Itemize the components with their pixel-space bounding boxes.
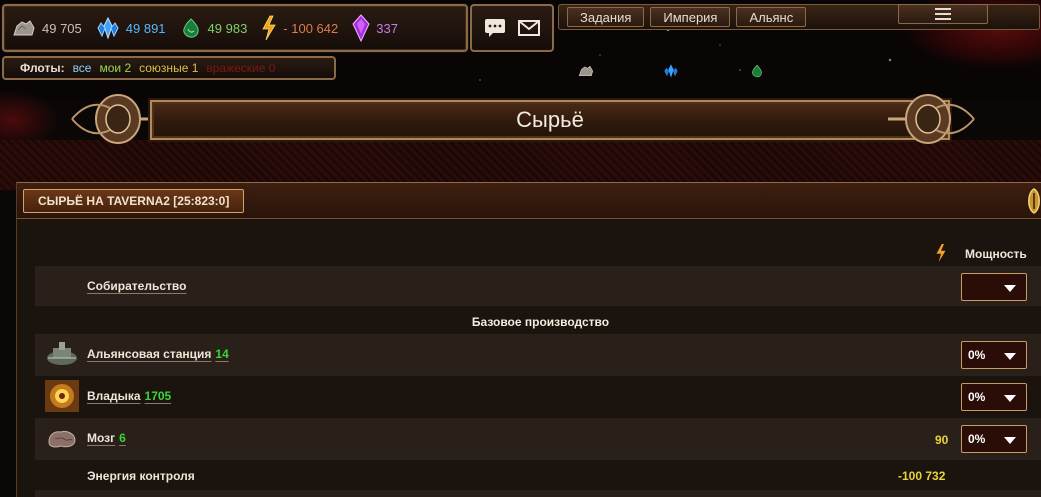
- crystal-value: 49 891: [125, 20, 166, 36]
- metal-ore-icon: [13, 20, 35, 36]
- brain-energy-value: 90: [935, 433, 949, 447]
- chevron-down-icon: [1004, 395, 1016, 402]
- ornament-left-icon: [71, 94, 158, 144]
- deuterium-value: 49 983: [207, 20, 248, 36]
- energy-bolt-icon: [262, 15, 277, 41]
- alliance-station-icon: [47, 342, 77, 365]
- crystal-icon: [97, 16, 119, 40]
- menu-empire-button[interactable]: Империя: [650, 7, 731, 27]
- fleets-mine-link[interactable]: мои 2: [99, 61, 131, 75]
- brain-icon: [48, 431, 76, 448]
- chat-icon[interactable]: [484, 18, 506, 38]
- resource-metal[interactable]: 49 705: [12, 18, 82, 38]
- row-brain: Мозг 6 90 0%: [35, 418, 1041, 460]
- row-control-energy: Энергия контроля -100 732: [35, 460, 1041, 490]
- row-gathering: Собирательство: [35, 266, 1041, 306]
- gathering-label[interactable]: Собирательство: [87, 279, 186, 293]
- row-vladyka: Владыка 1705 0%: [35, 376, 1041, 418]
- base-production-title: Базовое производство: [471, 315, 610, 329]
- banner-plate: Сырьё: [150, 100, 950, 140]
- alliance-station-label[interactable]: Альянсовая станция 14: [87, 347, 229, 361]
- fleets-allied-link[interactable]: союзные 1: [139, 61, 198, 75]
- control-energy-value: -100 732: [898, 469, 946, 483]
- vladyka-level: 1705: [144, 389, 172, 403]
- chevron-down-icon: [1004, 437, 1016, 444]
- energy-value: - 100 642: [283, 20, 339, 36]
- dark-matter-icon: [352, 14, 370, 42]
- column-metal-icon: [578, 65, 594, 76]
- brain-label[interactable]: Мозг 6: [87, 431, 126, 445]
- panel-header: СЫРЬЁ НА TAVERNA2 [25:823:0]: [17, 183, 1041, 219]
- page-title: Сырьё: [516, 107, 584, 132]
- alliance-station-power-value: 0%: [968, 348, 986, 362]
- column-crystal-icon: [664, 64, 678, 78]
- menu-tasks-button[interactable]: Задания: [567, 7, 645, 27]
- ornament-right-icon: [888, 94, 975, 144]
- brain-name: Мозг: [87, 431, 116, 445]
- messages-box: [470, 4, 554, 52]
- menu-alliance-button[interactable]: Альянс: [736, 7, 807, 27]
- collapse-ornament-icon[interactable]: [1023, 187, 1041, 215]
- hamburger-icon: [935, 8, 951, 20]
- alliance-station-level: 14: [215, 347, 229, 361]
- resource-deuterium[interactable]: 49 983: [180, 17, 248, 39]
- resource-dark-matter[interactable]: 337: [352, 14, 398, 42]
- deuterium-icon: [182, 18, 199, 38]
- dark-matter-value: 337: [376, 20, 398, 36]
- column-deuterium-icon: [752, 64, 762, 78]
- column-energy-icon: [936, 244, 946, 262]
- resource-energy[interactable]: - 100 642: [261, 15, 338, 41]
- planet-resources-title: СЫРЬЁ НА TAVERNA2 [25:823:0]: [23, 188, 245, 213]
- alliance-station-power-select[interactable]: 0%: [961, 341, 1027, 369]
- next-row-edge: [35, 490, 1041, 497]
- gathering-power-select[interactable]: [961, 273, 1027, 301]
- brain-power-select[interactable]: 0%: [961, 425, 1027, 453]
- alliance-station-name: Альянсовая станция: [87, 347, 212, 361]
- vladyka-power-value: 0%: [968, 390, 986, 404]
- vladyka-name: Владыка: [87, 389, 141, 403]
- fleets-all-link[interactable]: все: [73, 61, 92, 75]
- vladyka-label[interactable]: Владыка 1705: [87, 389, 171, 403]
- hamburger-menu-button[interactable]: [898, 4, 988, 24]
- chevron-down-icon: [1004, 285, 1016, 292]
- fleets-label: Флоты:: [20, 61, 65, 75]
- row-alliance-station: Альянсовая станция 14 0%: [35, 334, 1041, 376]
- column-power-header: Мощность: [965, 247, 1027, 261]
- control-energy-label: Энергия контроля: [87, 469, 195, 483]
- brain-power-value: 0%: [968, 432, 986, 446]
- fleets-bar: Флоты: все мои 2 союзные 1 вражеские 0: [2, 56, 336, 80]
- resource-bar: 49 705 49 891 49 983 - 100 642 337: [2, 4, 468, 52]
- chevron-down-icon: [1004, 353, 1016, 360]
- metal-value: 49 705: [42, 20, 82, 36]
- page-banner: Сырьё: [70, 88, 975, 150]
- fleets-hostile-link[interactable]: вражеские 0: [206, 61, 275, 75]
- brain-level: 6: [119, 431, 126, 445]
- resource-crystal[interactable]: 49 891: [96, 16, 166, 40]
- mail-icon[interactable]: [518, 20, 540, 36]
- vladyka-portrait-icon: [45, 380, 79, 412]
- vladyka-power-select[interactable]: 0%: [961, 383, 1027, 411]
